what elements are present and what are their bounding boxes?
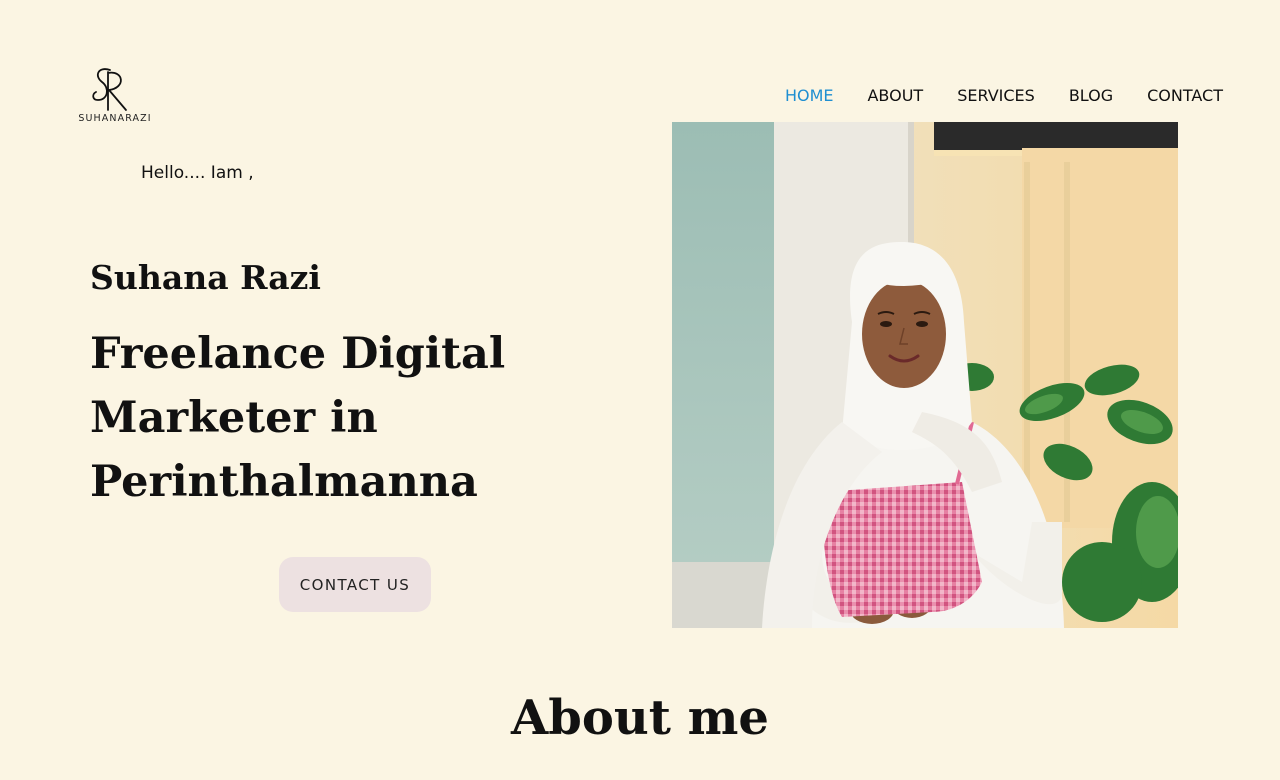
hero-headline: Freelance Digital Marketer in Perinthalm…	[90, 322, 550, 514]
logo-text: SUHANARAZI	[78, 113, 152, 124]
about-section-title: About me	[511, 690, 769, 746]
nav-item-services[interactable]: SERVICES	[957, 86, 1035, 105]
hero-name: Suhana Razi	[90, 258, 321, 297]
nav-item-home[interactable]: HOME	[785, 86, 834, 105]
hero-headline-line-1: Freelance Digital	[90, 329, 506, 379]
site-logo[interactable]: SUHANARAZI	[74, 64, 156, 126]
hero-headline-line-3: Perinthalmanna	[90, 457, 478, 507]
nav-item-about[interactable]: ABOUT	[867, 86, 923, 105]
contact-us-button[interactable]: CONTACT US	[279, 557, 431, 612]
hero-greeting: Hello.... Iam ,	[141, 163, 254, 183]
logo-monogram-icon	[92, 68, 127, 111]
nav-item-blog[interactable]: BLOG	[1069, 86, 1113, 105]
hero-headline-line-2: Marketer in	[90, 393, 378, 443]
portrait-illustration	[672, 122, 1178, 628]
main-nav: HOME ABOUT SERVICES BLOG CONTACT	[785, 86, 1223, 105]
nav-item-contact[interactable]: CONTACT	[1147, 86, 1223, 105]
hero-portrait-image	[672, 122, 1178, 628]
